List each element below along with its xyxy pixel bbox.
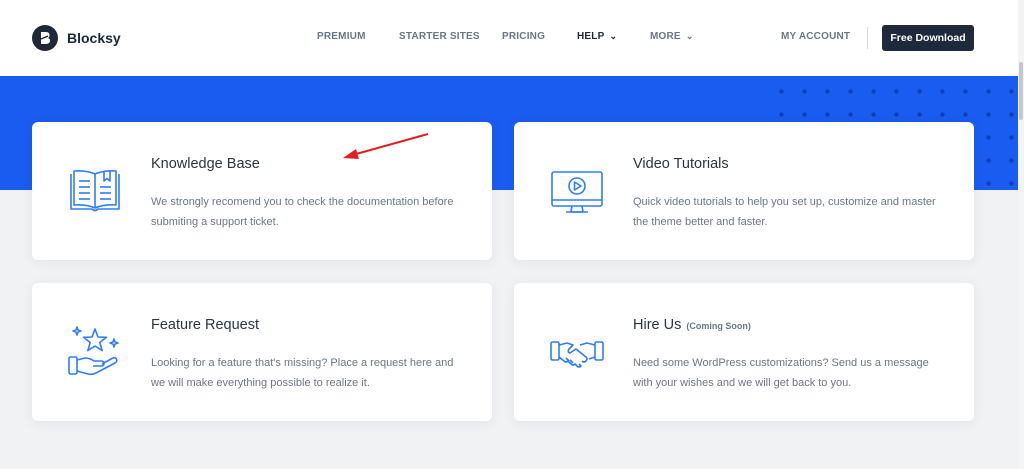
card-title: Hire Us (Coming Soon) <box>633 317 751 333</box>
free-download-button[interactable]: Free Download <box>882 25 974 51</box>
nav-pricing[interactable]: PRICING <box>502 31 545 42</box>
card-description: Looking for a feature that's missing? Pl… <box>151 357 454 389</box>
card-hire-us[interactable]: Hire Us (Coming Soon) Need some WordPress… <box>514 283 974 421</box>
nav-help-label: HELP <box>577 31 605 42</box>
nav-divider <box>867 27 868 49</box>
coming-soon-badge: (Coming Soon) <box>686 321 751 331</box>
handshake-icon <box>548 323 606 381</box>
nav-premium[interactable]: PREMIUM <box>317 31 366 42</box>
nav-starter-sites-label: STARTER SITES <box>399 31 480 42</box>
card-title-text: Hire Us <box>633 317 682 333</box>
nav-more[interactable]: MORE ⌄ <box>650 31 694 42</box>
card-knowledge-base[interactable]: Knowledge Base We strongly recomend you … <box>32 122 492 260</box>
card-description: We strongly recomend you to check the do… <box>151 196 454 228</box>
brand-logo[interactable]: Blocksy <box>32 25 121 51</box>
book-icon <box>66 162 124 220</box>
chevron-down-icon: ⌄ <box>685 31 694 41</box>
nav-premium-label: PREMIUM <box>317 31 366 42</box>
site-header: Blocksy PREMIUM STARTER SITES PRICING HE… <box>0 0 1024 76</box>
nav-pricing-label: PRICING <box>502 31 546 42</box>
nav-help[interactable]: HELP ⌄ <box>577 31 617 42</box>
nav-my-account[interactable]: MY ACCOUNT <box>781 31 850 42</box>
video-monitor-icon <box>548 162 606 220</box>
chevron-down-icon: ⌄ <box>609 31 618 41</box>
card-video-tutorials[interactable]: Video Tutorials Quick video tutorials to… <box>514 122 974 260</box>
brand-name: Blocksy <box>67 30 121 46</box>
blocksy-logo-icon <box>32 25 58 51</box>
nav-my-account-label: MY ACCOUNT <box>781 31 851 42</box>
card-title: Knowledge Base <box>151 156 260 172</box>
nav-starter-sites[interactable]: STARTER SITES <box>399 31 480 42</box>
scrollbar-thumb[interactable] <box>1019 62 1023 120</box>
page-scrollbar[interactable] <box>1018 0 1024 469</box>
nav-more-label: MORE <box>650 31 681 42</box>
card-title: Video Tutorials <box>633 156 729 172</box>
card-title: Feature Request <box>151 317 260 333</box>
card-description: Quick video tutorials to help you set up… <box>633 196 936 228</box>
card-feature-request[interactable]: Feature Request Looking for a feature th… <box>32 283 492 421</box>
star-hand-icon <box>66 323 124 381</box>
card-description: Need some WordPress customizations? Send… <box>633 357 929 389</box>
